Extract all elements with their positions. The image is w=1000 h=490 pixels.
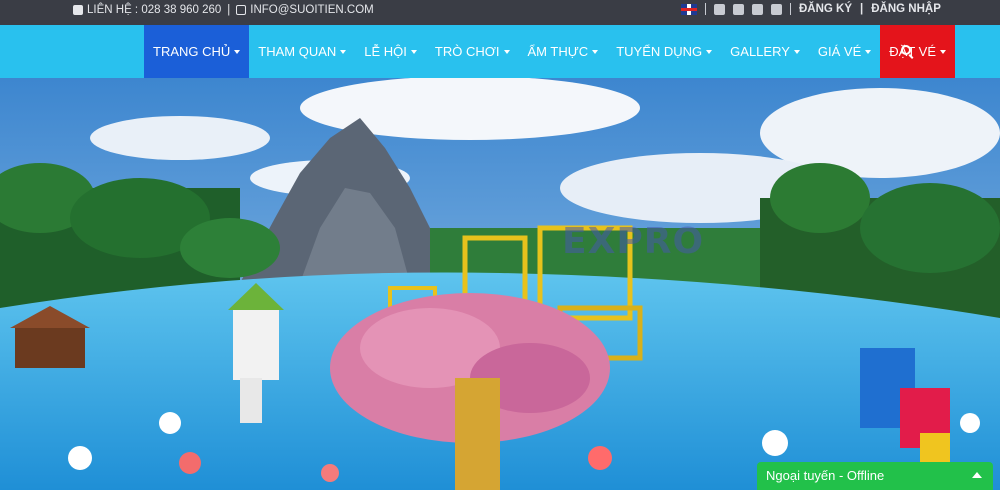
chat-status-label: Ngoại tuyến - Offline [766,468,885,483]
nav-item-label: TUYỂN DỤNG [616,44,703,59]
nav-item-games[interactable]: TRÒ CHƠI [426,25,519,78]
nav-item-label: GALLERY [730,44,790,59]
chevron-down-icon [503,49,510,54]
search-icon[interactable] [901,45,911,55]
phone-text: LIÊN HỆ : 028 38 960 260 [87,4,222,16]
watermark-logo: EXPRO [562,221,705,262]
flickr-icon[interactable] [733,3,744,15]
instagram-icon[interactable] [771,3,782,15]
separator: | [227,4,231,16]
email-link[interactable]: INFO@SUOITIEN.COM [250,4,373,16]
chat-widget[interactable]: Ngoại tuyến - Offline [757,462,993,490]
nav-item-label: THAM QUAN [258,44,337,59]
nav-menu: TRANG CHỦ THAM QUAN LỄ HỘI TRÒ CHƠI ẨM T… [144,25,955,78]
nav-item-festivals[interactable]: LỄ HỘI [355,25,426,78]
separator: | [860,3,864,15]
chevron-down-icon [234,49,241,54]
nav-item-label: TRANG CHỦ [153,44,231,59]
chevron-down-icon [793,49,800,54]
envelope-icon [236,5,247,15]
uk-flag-icon[interactable] [681,3,697,15]
nav-item-cuisine[interactable]: ẨM THỰC [519,25,608,78]
water-park-photo [0,78,1000,490]
divider [790,3,791,15]
chevron-down-icon [410,49,417,54]
nav-item-prices[interactable]: GIÁ VÉ [809,25,880,78]
nav-item-gallery[interactable]: GALLERY [721,25,809,78]
chevron-down-icon [340,49,347,54]
youtube-icon[interactable] [752,3,763,15]
register-link[interactable]: ĐĂNG KÝ [799,3,852,15]
nav-item-careers[interactable]: TUYỂN DỤNG [607,25,721,78]
nav-item-home[interactable]: TRANG CHỦ [144,25,250,78]
hero-banner-image: EXPRO [0,78,1000,490]
nav-item-book-ticket[interactable]: ĐẶT VÉ [880,25,955,78]
chevron-down-icon [939,49,946,54]
account-links: ĐĂNG KÝ | ĐĂNG NHẬP [681,3,941,15]
nav-item-tours[interactable]: THAM QUAN [249,25,355,78]
chevron-down-icon [865,49,872,54]
chevron-up-icon[interactable] [972,472,982,478]
phone-icon [73,5,83,15]
login-link[interactable]: ĐĂNG NHẬP [871,3,941,15]
chevron-down-icon [706,49,713,54]
facebook-icon[interactable] [714,3,725,15]
top-contact-bar: LIÊN HỆ : 028 38 960 260 | INFO@SUOITIEN… [0,0,1000,25]
nav-item-label: ẨM THỰC [527,44,589,59]
contact-info: LIÊN HỆ : 028 38 960 260 | INFO@SUOITIEN… [73,4,374,16]
nav-item-label: GIÁ VÉ [817,44,862,59]
nav-item-label: LỄ HỘI [364,44,407,59]
chevron-down-icon [592,49,599,54]
divider [705,3,706,15]
nav-item-label: TRÒ CHƠI [434,44,500,59]
main-navigation: TRANG CHỦ THAM QUAN LỄ HỘI TRÒ CHƠI ẨM T… [0,25,1000,78]
